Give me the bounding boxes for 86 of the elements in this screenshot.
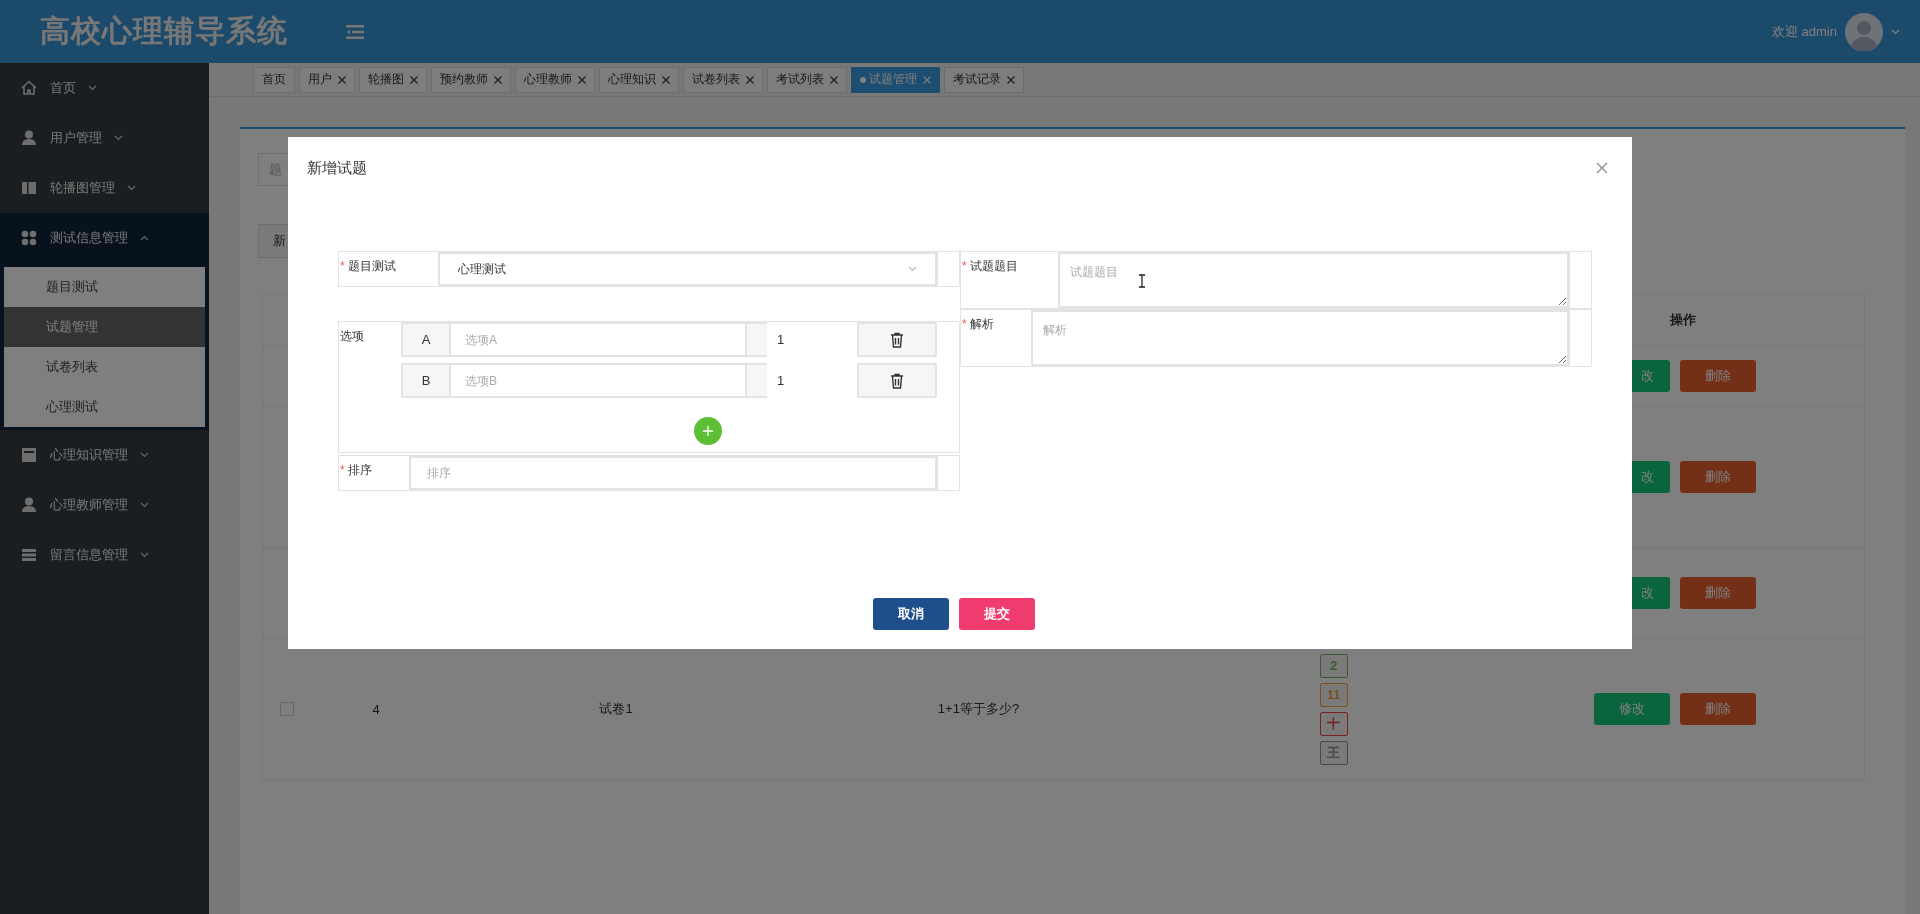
option-letter: B [401, 363, 451, 398]
text-cursor-icon [1138, 274, 1146, 288]
chevron-down-icon [114, 135, 123, 141]
delete-button[interactable]: 删除 [1679, 461, 1756, 493]
chevron-up-icon [140, 235, 149, 241]
dialog-title: 新增试题 [307, 158, 367, 178]
score-text: 1 [776, 372, 786, 390]
chevron-down-icon [908, 266, 917, 272]
tab[interactable]: 试题管理 [851, 66, 940, 93]
tab[interactable]: 考试列表 [767, 66, 847, 93]
table-cell-text: 1+1等于多少? [936, 700, 1021, 718]
delete-button[interactable]: 删除 [1679, 693, 1756, 725]
sidebar-item[interactable]: 用户管理 [0, 113, 209, 163]
row-checkbox[interactable] [280, 702, 294, 716]
tab[interactable]: 试卷列表 [683, 66, 763, 93]
table-cell-text: 试卷1 [598, 700, 634, 718]
option-letter: A [401, 322, 451, 357]
close-icon[interactable] [746, 75, 754, 84]
field-label: * 试题题目 [961, 258, 1019, 275]
chevron-down-icon [140, 452, 149, 458]
columns-icon [20, 179, 38, 197]
sidebar-item[interactable]: 心理知识管理 [0, 430, 209, 480]
chevron-down-icon [140, 502, 149, 508]
grid-icon [20, 229, 38, 247]
chevron-down-icon [88, 85, 97, 91]
home-icon [20, 79, 38, 97]
chevron-down-icon [1891, 28, 1900, 35]
submit-button[interactable]: 提交 [959, 598, 1035, 630]
delete-button[interactable] [857, 322, 937, 357]
option-tag: 11 [1319, 682, 1348, 707]
close-icon[interactable] [410, 75, 418, 84]
tab[interactable]: 心理教师 [515, 66, 595, 93]
chevron-down-icon [140, 552, 149, 558]
submenu-item[interactable]: 心理测试 [4, 387, 205, 427]
textarea-field[interactable]: 解析 [1031, 310, 1569, 366]
column-header: 操作 [1668, 311, 1697, 329]
close-icon[interactable] [1596, 162, 1608, 174]
delete-button[interactable]: 删除 [1679, 577, 1756, 609]
add-option-button[interactable] [693, 417, 722, 445]
tab[interactable]: 轮播图 [359, 66, 427, 93]
tab[interactable]: 用户 [299, 66, 355, 93]
tab[interactable]: 预约教师 [431, 66, 511, 93]
book-icon [20, 446, 38, 464]
sort-field[interactable]: 排序 [409, 456, 937, 490]
field-label: 选项 [339, 328, 365, 345]
close-icon[interactable] [830, 75, 838, 84]
sidebar-item[interactable]: 心理教师管理 [0, 480, 209, 530]
sidebar-item[interactable]: 留言信息管理 [0, 530, 209, 580]
delete-button[interactable]: 删除 [1679, 360, 1756, 392]
sidebar-item[interactable]: 测试信息管理 [0, 213, 209, 263]
trash-icon [890, 331, 904, 348]
sidebar-item[interactable]: 轮播图管理 [0, 163, 209, 213]
field-label: * 题目测试 [339, 258, 397, 275]
close-icon[interactable] [578, 75, 586, 84]
select-field[interactable]: 心理测试 [438, 252, 937, 286]
list-icon [20, 546, 38, 564]
cancel-button[interactable]: 取消 [873, 598, 949, 630]
submenu-item[interactable]: 试卷列表 [4, 347, 205, 387]
option-field[interactable]: 选项B [451, 363, 747, 398]
chevron-down-icon [127, 185, 136, 191]
tab[interactable]: 考试记录 [944, 66, 1024, 93]
textarea-field[interactable]: 试题题目 [1058, 252, 1569, 308]
trash-icon [890, 372, 904, 389]
input-addon [747, 363, 767, 398]
score-text: 1 [776, 331, 786, 349]
close-icon[interactable] [494, 75, 502, 84]
close-icon[interactable] [338, 75, 346, 84]
welcome-text: 欢迎 admin [1771, 22, 1837, 41]
option-tag: 十 [1319, 711, 1348, 736]
sidebar-item[interactable]: 首页 [0, 63, 209, 113]
user-icon [20, 496, 38, 514]
app-title: 高校心理辅导系统 [40, 13, 288, 49]
tab[interactable]: 首页 [253, 66, 295, 93]
submenu-item[interactable]: 试题管理 [4, 307, 205, 347]
submenu-item[interactable]: 题目测试 [4, 267, 205, 307]
plus-icon [701, 425, 714, 437]
field-label: * 解析 [961, 316, 995, 333]
table-cell-text: 4 [371, 701, 381, 717]
field-label: * 排序 [339, 462, 373, 479]
close-icon[interactable] [662, 75, 670, 84]
option-tag: 2 [1319, 653, 1348, 678]
close-icon[interactable] [1007, 75, 1015, 84]
option-field[interactable]: 选项A [451, 322, 747, 357]
delete-button[interactable] [857, 363, 937, 398]
tab[interactable]: 心理知识 [599, 66, 679, 93]
user-icon [20, 129, 38, 147]
